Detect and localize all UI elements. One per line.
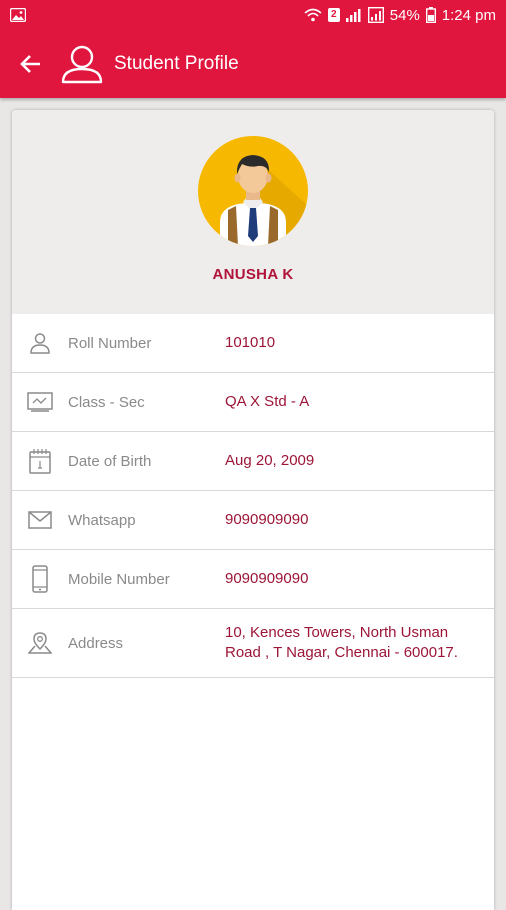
field-label: Roll Number bbox=[68, 334, 152, 352]
field-row-class-sec: Class - Sec QA X Std - A bbox=[12, 373, 494, 432]
field-row-mobile-number: Mobile Number 9090909090 bbox=[12, 550, 494, 609]
person-icon bbox=[30, 333, 50, 354]
student-name: ANUSHA K bbox=[212, 266, 294, 283]
profile-card: ANUSHA K Roll Number 101010 Class - Sec … bbox=[12, 110, 494, 910]
field-row-roll-number: Roll Number 101010 bbox=[12, 314, 494, 373]
classroom-board-icon bbox=[27, 392, 53, 412]
field-row-address: Address 10, Kences Towers, North Usman R… bbox=[12, 609, 494, 678]
student-profile-icon bbox=[61, 45, 103, 84]
status-bar: 2 54% 1:24 pm bbox=[0, 0, 506, 30]
gallery-notification-icon bbox=[10, 8, 26, 22]
location-pin-icon bbox=[28, 632, 52, 654]
status-bar-left bbox=[10, 8, 26, 22]
field-row-date-of-birth: Date of Birth Aug 20, 2009 bbox=[12, 432, 494, 491]
field-label: Address bbox=[68, 634, 124, 652]
field-value: 9090909090 bbox=[225, 570, 309, 587]
field-row-whatsapp: Whatsapp 9090909090 bbox=[12, 491, 494, 550]
back-button[interactable] bbox=[0, 30, 60, 98]
field-value: 9090909090 bbox=[225, 511, 309, 528]
field-label: Date of Birth bbox=[68, 452, 152, 470]
battery-icon bbox=[425, 7, 436, 23]
field-label: Whatsapp bbox=[68, 511, 136, 529]
calendar-icon bbox=[29, 449, 51, 474]
signal-icon bbox=[345, 9, 361, 22]
field-value: 101010 bbox=[225, 334, 276, 351]
status-time: 1:24 pm bbox=[441, 6, 496, 24]
page-title: Student Profile bbox=[114, 53, 239, 74]
mobile-phone-icon bbox=[32, 565, 48, 593]
field-value: 10, Kences Towers, North Usman Road , T … bbox=[225, 624, 458, 661]
envelope-icon bbox=[28, 511, 52, 529]
status-bar-right: 2 54% 1:24 pm bbox=[304, 7, 496, 24]
arrow-left-icon bbox=[20, 55, 40, 73]
field-value: QA X Std - A bbox=[225, 393, 310, 410]
sim-badge: 2 bbox=[327, 8, 340, 22]
wifi-icon bbox=[304, 8, 322, 22]
field-value: Aug 20, 2009 bbox=[225, 452, 315, 469]
battery-percent: 54% bbox=[389, 6, 420, 24]
profile-header: ANUSHA K bbox=[12, 110, 494, 314]
field-label: Class - Sec bbox=[68, 393, 145, 411]
field-label: Mobile Number bbox=[68, 570, 170, 588]
student-avatar-icon bbox=[198, 136, 308, 246]
app-bar: Student Profile bbox=[0, 30, 506, 98]
signal-box-icon bbox=[367, 7, 384, 23]
